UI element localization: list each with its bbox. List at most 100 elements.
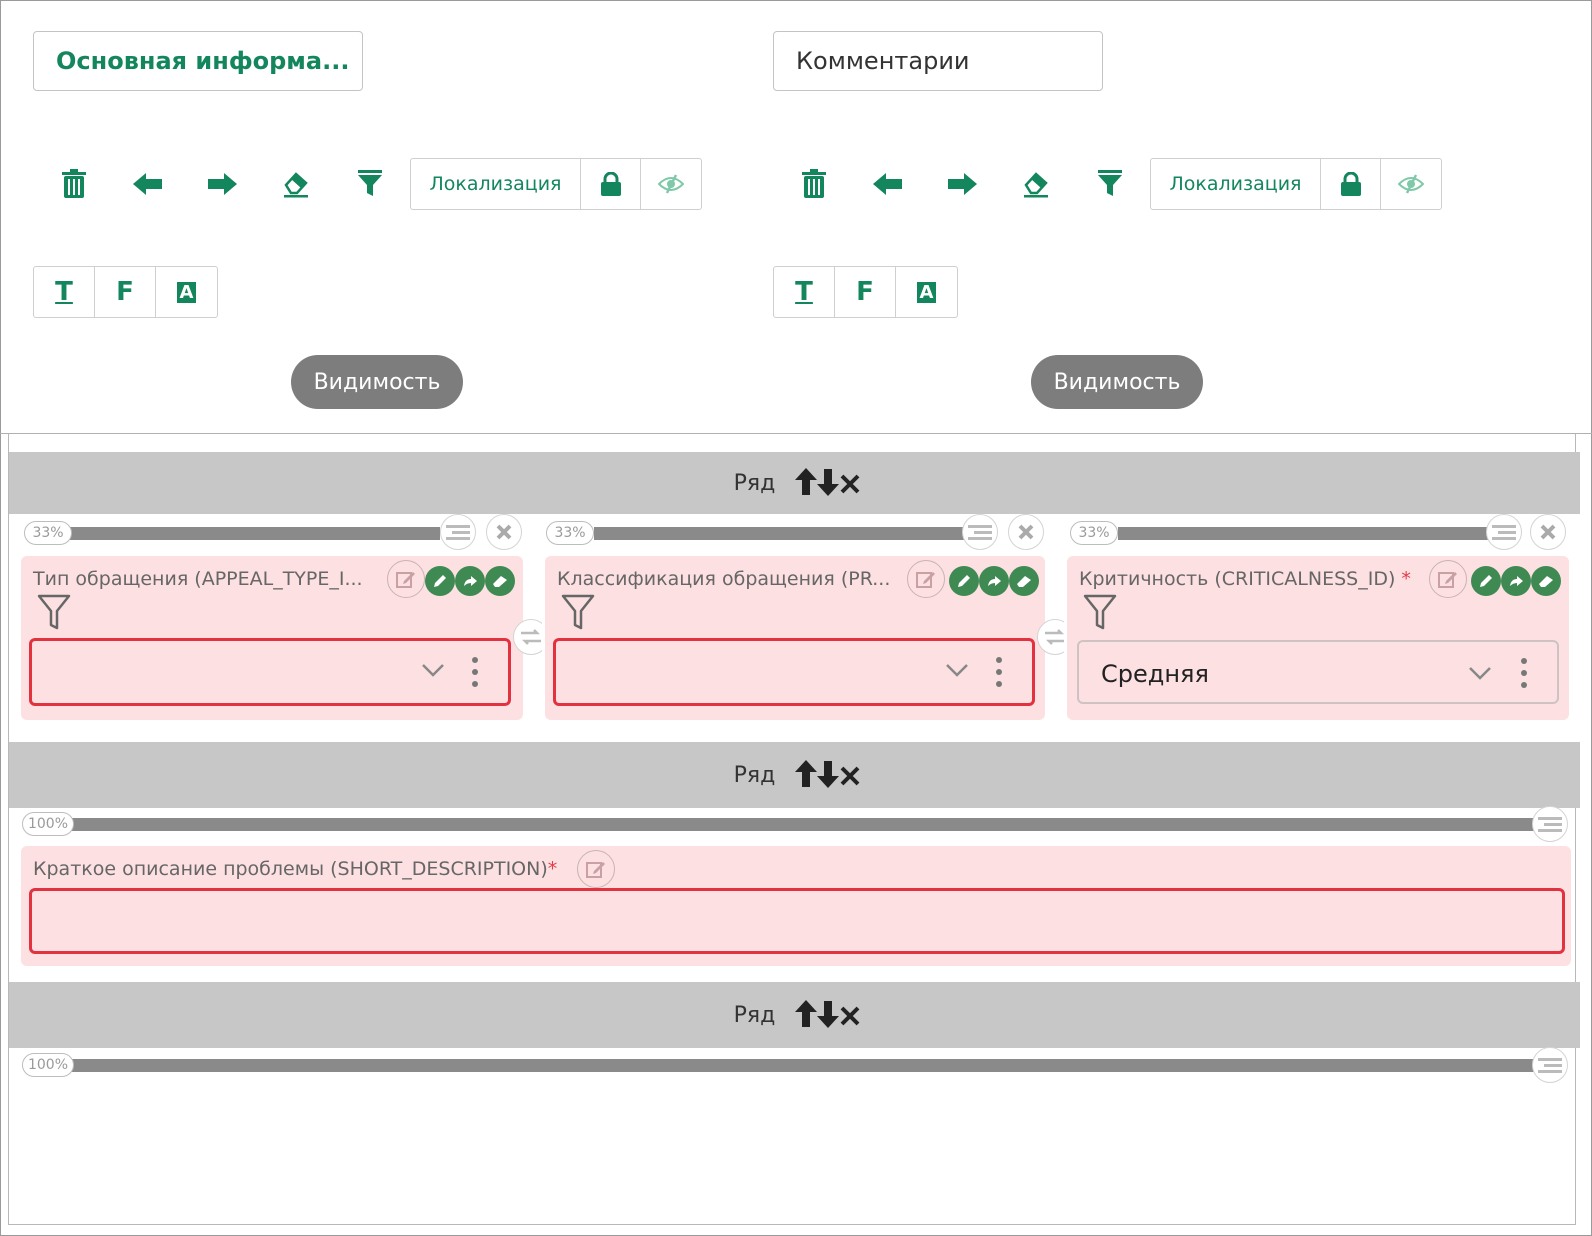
- tab-label: Комментарии: [796, 47, 970, 75]
- pencil-button[interactable]: [425, 566, 455, 596]
- field-criticalness[interactable]: Критичность (CRITICALNESS_ID) * Средняя: [1067, 556, 1569, 720]
- width-percent: 100%: [27, 1057, 69, 1073]
- visibility-button[interactable]: Видимость: [1031, 355, 1203, 409]
- close-icon: [496, 524, 512, 540]
- chevron-down-icon[interactable]: [422, 663, 444, 677]
- clear-button[interactable]: [1531, 566, 1561, 596]
- pencil-button[interactable]: [949, 566, 979, 596]
- accent-label: A: [916, 281, 937, 303]
- filter-icon[interactable]: [37, 594, 71, 632]
- font-button[interactable]: F: [95, 267, 156, 317]
- more-options-icon[interactable]: [1521, 658, 1527, 694]
- delete-row-icon[interactable]: [839, 468, 861, 496]
- text-format-button[interactable]: T: [774, 267, 835, 317]
- filter-icon[interactable]: [1083, 594, 1117, 632]
- accent-button[interactable]: A: [896, 267, 957, 317]
- format-group: T F A: [33, 266, 218, 318]
- chevron-down-icon[interactable]: [1469, 666, 1491, 680]
- width-slider[interactable]: [1118, 527, 1488, 540]
- share-button[interactable]: [979, 566, 1009, 596]
- appeal-type-select[interactable]: [29, 638, 511, 706]
- trash-icon[interactable]: [792, 162, 836, 206]
- delete-row-icon[interactable]: [839, 760, 861, 788]
- tab-label: Основная информа...: [56, 47, 350, 75]
- visibility-button[interactable]: Видимость: [291, 355, 463, 409]
- clear-button[interactable]: [1009, 566, 1039, 596]
- font-button[interactable]: F: [835, 267, 896, 317]
- share-button[interactable]: [1501, 566, 1531, 596]
- eye-slash-icon: [658, 174, 684, 194]
- move-up-icon[interactable]: [795, 760, 817, 788]
- edit-field-button[interactable]: [577, 850, 615, 888]
- field-short-description[interactable]: Краткое описание проблемы (SHORT_DESCRIP…: [21, 846, 1571, 966]
- column-settings-button[interactable]: [1532, 1047, 1568, 1083]
- arrow-left-icon[interactable]: [126, 162, 170, 206]
- share-button[interactable]: [455, 566, 485, 596]
- width-slider[interactable]: [70, 818, 1540, 831]
- column-remove-button[interactable]: [1008, 514, 1044, 550]
- eye-slash-icon: [1398, 174, 1424, 194]
- eraser-icon[interactable]: [1014, 162, 1058, 206]
- pencil-icon: [1480, 575, 1492, 587]
- width-slider[interactable]: [70, 1059, 1540, 1072]
- move-down-icon[interactable]: [817, 1000, 839, 1028]
- width-slider[interactable]: [70, 527, 440, 540]
- list-icon: [1538, 1058, 1562, 1073]
- move-down-icon[interactable]: [817, 468, 839, 496]
- eraser-icon: [1017, 576, 1031, 587]
- tab-comments[interactable]: Комментарии: [773, 31, 1103, 91]
- column-remove-button[interactable]: [1530, 514, 1566, 550]
- width-percent: 100%: [27, 816, 69, 832]
- hide-button[interactable]: [1381, 159, 1441, 209]
- pencil-button[interactable]: [1471, 566, 1501, 596]
- localization-button[interactable]: Локализация: [411, 159, 581, 209]
- tab-main-info[interactable]: Основная информа...: [33, 31, 363, 91]
- filter-icon[interactable]: [1088, 162, 1132, 206]
- edit-icon: [586, 862, 605, 878]
- column-settings-button[interactable]: [962, 514, 998, 550]
- column-settings-button[interactable]: [1486, 514, 1522, 550]
- accent-button[interactable]: A: [156, 267, 217, 317]
- edit-field-button[interactable]: [907, 560, 945, 598]
- move-up-icon[interactable]: [795, 468, 817, 496]
- trash-icon[interactable]: [52, 162, 96, 206]
- field-classification[interactable]: Классификация обращения (PR...: [545, 556, 1045, 720]
- chevron-down-icon[interactable]: [946, 663, 968, 677]
- row-controls: [795, 760, 861, 788]
- filter-icon[interactable]: [561, 594, 595, 632]
- localization-button[interactable]: Локализация: [1151, 159, 1321, 209]
- text-format-button[interactable]: T: [34, 267, 95, 317]
- swap-icon: [1045, 629, 1065, 645]
- field-label-text: Критичность (CRITICALNESS_ID): [1079, 568, 1396, 590]
- arrow-left-icon[interactable]: [866, 162, 910, 206]
- criticalness-select[interactable]: Средняя: [1077, 640, 1559, 704]
- delete-row-icon[interactable]: [839, 1000, 861, 1028]
- field-appeal-type[interactable]: Тип обращения (APPEAL_TYPE_I...: [21, 556, 523, 720]
- filter-icon[interactable]: [348, 162, 392, 206]
- lock-button[interactable]: [1321, 159, 1381, 209]
- width-slider[interactable]: [594, 527, 964, 540]
- column-remove-button[interactable]: [486, 514, 522, 550]
- column-settings-button[interactable]: [1532, 806, 1568, 842]
- eraser-icon[interactable]: [274, 162, 318, 206]
- column-settings-button[interactable]: [440, 514, 476, 550]
- width-percent: 33%: [32, 525, 64, 541]
- short-description-input[interactable]: [29, 888, 1565, 954]
- hide-button[interactable]: [641, 159, 701, 209]
- width-percent-badge: 100%: [22, 812, 74, 836]
- more-options-icon[interactable]: [996, 657, 1002, 693]
- lock-button[interactable]: [581, 159, 641, 209]
- edit-field-button[interactable]: [387, 560, 425, 598]
- move-down-icon[interactable]: [817, 760, 839, 788]
- font-label: F: [116, 277, 134, 307]
- classification-select[interactable]: [553, 638, 1035, 706]
- width-percent-badge: 100%: [22, 1053, 74, 1077]
- edit-icon: [916, 572, 935, 588]
- clear-button[interactable]: [485, 566, 515, 596]
- pencil-icon: [958, 575, 970, 587]
- edit-field-button[interactable]: [1429, 560, 1467, 598]
- more-options-icon[interactable]: [472, 657, 478, 693]
- arrow-right-icon[interactable]: [940, 162, 984, 206]
- arrow-right-icon[interactable]: [200, 162, 244, 206]
- move-up-icon[interactable]: [795, 1000, 817, 1028]
